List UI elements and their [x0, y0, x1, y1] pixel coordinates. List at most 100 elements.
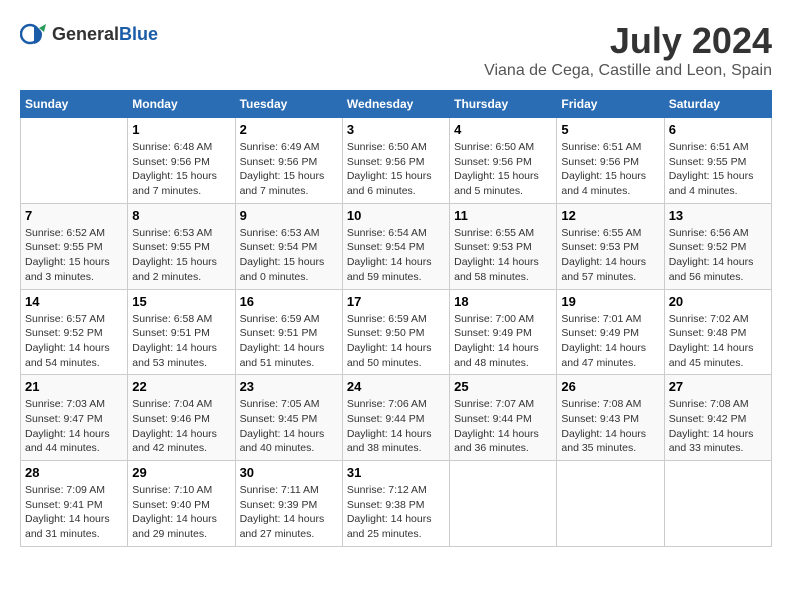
calendar-cell: 13 Sunrise: 6:56 AMSunset: 9:52 PMDayligh…: [664, 203, 771, 289]
day-number: 31: [347, 465, 445, 480]
day-number: 24: [347, 379, 445, 394]
day-number: 29: [132, 465, 230, 480]
calendar-cell: 3 Sunrise: 6:50 AMSunset: 9:56 PMDaylight…: [342, 118, 449, 204]
calendar-cell: 18 Sunrise: 7:00 AMSunset: 9:49 PMDayligh…: [450, 289, 557, 375]
cell-content: Sunrise: 6:59 AMSunset: 9:50 PMDaylight:…: [347, 312, 445, 371]
calendar-cell: 5 Sunrise: 6:51 AMSunset: 9:56 PMDaylight…: [557, 118, 664, 204]
day-number: 13: [669, 208, 767, 223]
day-number: 1: [132, 122, 230, 137]
calendar-week-row: 21Sunrise: 7:03 AMSunset: 9:47 PMDayligh…: [21, 375, 772, 461]
day-of-week-header: Thursday: [450, 91, 557, 118]
calendar-cell: 23Sunrise: 7:05 AMSunset: 9:45 PMDayligh…: [235, 375, 342, 461]
cell-content: Sunrise: 7:01 AMSunset: 9:49 PMDaylight:…: [561, 312, 659, 371]
cell-content: Sunrise: 7:09 AMSunset: 9:41 PMDaylight:…: [25, 483, 123, 542]
calendar-cell: 9Sunrise: 6:53 AMSunset: 9:54 PMDaylight…: [235, 203, 342, 289]
day-number: 6: [669, 122, 767, 137]
calendar-cell: 8 Sunrise: 6:53 AMSunset: 9:55 PMDaylight…: [128, 203, 235, 289]
day-number: 8: [132, 208, 230, 223]
calendar-cell: 27Sunrise: 7:08 AMSunset: 9:42 PMDayligh…: [664, 375, 771, 461]
day-number: 11: [454, 208, 552, 223]
cell-content: Sunrise: 7:02 AMSunset: 9:48 PMDaylight:…: [669, 312, 767, 371]
day-of-week-header: Wednesday: [342, 91, 449, 118]
day-number: 4: [454, 122, 552, 137]
calendar-cell: 12 Sunrise: 6:55 AMSunset: 9:53 PMDayligh…: [557, 203, 664, 289]
calendar-week-row: 28Sunrise: 7:09 AMSunset: 9:41 PMDayligh…: [21, 461, 772, 547]
calendar-cell: 4 Sunrise: 6:50 AMSunset: 9:56 PMDaylight…: [450, 118, 557, 204]
calendar-cell: 19 Sunrise: 7:01 AMSunset: 9:49 PMDayligh…: [557, 289, 664, 375]
cell-content: Sunrise: 7:12 AMSunset: 9:38 PMDaylight:…: [347, 483, 445, 542]
day-number: 20: [669, 294, 767, 309]
day-number: 19: [561, 294, 659, 309]
month-year-title: July 2024: [484, 20, 772, 62]
day-number: 22: [132, 379, 230, 394]
calendar-cell: 25Sunrise: 7:07 AMSunset: 9:44 PMDayligh…: [450, 375, 557, 461]
calendar-table: SundayMondayTuesdayWednesdayThursdayFrid…: [20, 90, 772, 547]
calendar-cell: [664, 461, 771, 547]
calendar-cell: 21Sunrise: 7:03 AMSunset: 9:47 PMDayligh…: [21, 375, 128, 461]
cell-content: Sunrise: 7:00 AMSunset: 9:49 PMDaylight:…: [454, 312, 552, 371]
day-number: 26: [561, 379, 659, 394]
day-number: 5: [561, 122, 659, 137]
calendar-cell: [557, 461, 664, 547]
cell-content: Sunrise: 6:55 AMSunset: 9:53 PMDaylight:…: [561, 226, 659, 285]
day-number: 10: [347, 208, 445, 223]
calendar-cell: 22 Sunrise: 7:04 AMSunset: 9:46 PMDayligh…: [128, 375, 235, 461]
calendar-week-row: 1 Sunrise: 6:48 AMSunset: 9:56 PMDaylight…: [21, 118, 772, 204]
cell-content: Sunrise: 7:07 AMSunset: 9:44 PMDaylight:…: [454, 397, 552, 456]
cell-content: Sunrise: 6:49 AMSunset: 9:56 PMDaylight:…: [240, 140, 338, 199]
logo-general: General: [52, 24, 119, 44]
cell-content: Sunrise: 7:11 AMSunset: 9:39 PMDaylight:…: [240, 483, 338, 542]
cell-content: Sunrise: 6:57 AMSunset: 9:52 PMDaylight:…: [25, 312, 123, 371]
cell-content: Sunrise: 6:52 AMSunset: 9:55 PMDaylight:…: [25, 226, 123, 285]
cell-content: Sunrise: 7:06 AMSunset: 9:44 PMDaylight:…: [347, 397, 445, 456]
day-number: 7: [25, 208, 123, 223]
day-number: 17: [347, 294, 445, 309]
calendar-cell: 10 Sunrise: 6:54 AMSunset: 9:54 PMDayligh…: [342, 203, 449, 289]
cell-content: Sunrise: 6:54 AMSunset: 9:54 PMDaylight:…: [347, 226, 445, 285]
day-number: 18: [454, 294, 552, 309]
day-of-week-header: Monday: [128, 91, 235, 118]
location-subtitle: Viana de Cega, Castille and Leon, Spain: [484, 62, 772, 80]
calendar-cell: 20 Sunrise: 7:02 AMSunset: 9:48 PMDayligh…: [664, 289, 771, 375]
cell-content: Sunrise: 6:53 AMSunset: 9:55 PMDaylight:…: [132, 226, 230, 285]
logo-icon: [20, 20, 48, 48]
day-number: 12: [561, 208, 659, 223]
calendar-cell: 1 Sunrise: 6:48 AMSunset: 9:56 PMDaylight…: [128, 118, 235, 204]
cell-content: Sunrise: 6:50 AMSunset: 9:56 PMDaylight:…: [347, 140, 445, 199]
calendar-cell: 31 Sunrise: 7:12 AMSunset: 9:38 PMDayligh…: [342, 461, 449, 547]
day-of-week-header: Tuesday: [235, 91, 342, 118]
cell-content: Sunrise: 6:51 AMSunset: 9:55 PMDaylight:…: [669, 140, 767, 199]
cell-content: Sunrise: 7:04 AMSunset: 9:46 PMDaylight:…: [132, 397, 230, 456]
cell-content: Sunrise: 6:51 AMSunset: 9:56 PMDaylight:…: [561, 140, 659, 199]
calendar-cell: 7 Sunrise: 6:52 AMSunset: 9:55 PMDaylight…: [21, 203, 128, 289]
day-of-week-header: Friday: [557, 91, 664, 118]
calendar-cell: 26Sunrise: 7:08 AMSunset: 9:43 PMDayligh…: [557, 375, 664, 461]
day-number: 9: [240, 208, 338, 223]
calendar-cell: 15Sunrise: 6:58 AMSunset: 9:51 PMDayligh…: [128, 289, 235, 375]
calendar-cell: 17 Sunrise: 6:59 AMSunset: 9:50 PMDayligh…: [342, 289, 449, 375]
calendar-cell: 2Sunrise: 6:49 AMSunset: 9:56 PMDaylight…: [235, 118, 342, 204]
cell-content: Sunrise: 6:50 AMSunset: 9:56 PMDaylight:…: [454, 140, 552, 199]
title-area: July 2024 Viana de Cega, Castille and Le…: [484, 20, 772, 80]
calendar-cell: 24 Sunrise: 7:06 AMSunset: 9:44 PMDayligh…: [342, 375, 449, 461]
day-number: 3: [347, 122, 445, 137]
calendar-week-row: 14 Sunrise: 6:57 AMSunset: 9:52 PMDayligh…: [21, 289, 772, 375]
cell-content: Sunrise: 6:48 AMSunset: 9:56 PMDaylight:…: [132, 140, 230, 199]
day-number: 14: [25, 294, 123, 309]
calendar-cell: 16Sunrise: 6:59 AMSunset: 9:51 PMDayligh…: [235, 289, 342, 375]
day-number: 30: [240, 465, 338, 480]
calendar-cell: [450, 461, 557, 547]
day-number: 15: [132, 294, 230, 309]
day-number: 27: [669, 379, 767, 394]
logo: GeneralBlue: [20, 20, 158, 48]
logo-blue: Blue: [119, 24, 158, 44]
day-of-week-header: Saturday: [664, 91, 771, 118]
calendar-cell: 11 Sunrise: 6:55 AMSunset: 9:53 PMDayligh…: [450, 203, 557, 289]
calendar-cell: 28Sunrise: 7:09 AMSunset: 9:41 PMDayligh…: [21, 461, 128, 547]
calendar-cell: [21, 118, 128, 204]
calendar-cell: 6 Sunrise: 6:51 AMSunset: 9:55 PMDaylight…: [664, 118, 771, 204]
cell-content: Sunrise: 6:56 AMSunset: 9:52 PMDaylight:…: [669, 226, 767, 285]
calendar-header-row: SundayMondayTuesdayWednesdayThursdayFrid…: [21, 91, 772, 118]
day-number: 23: [240, 379, 338, 394]
cell-content: Sunrise: 6:55 AMSunset: 9:53 PMDaylight:…: [454, 226, 552, 285]
